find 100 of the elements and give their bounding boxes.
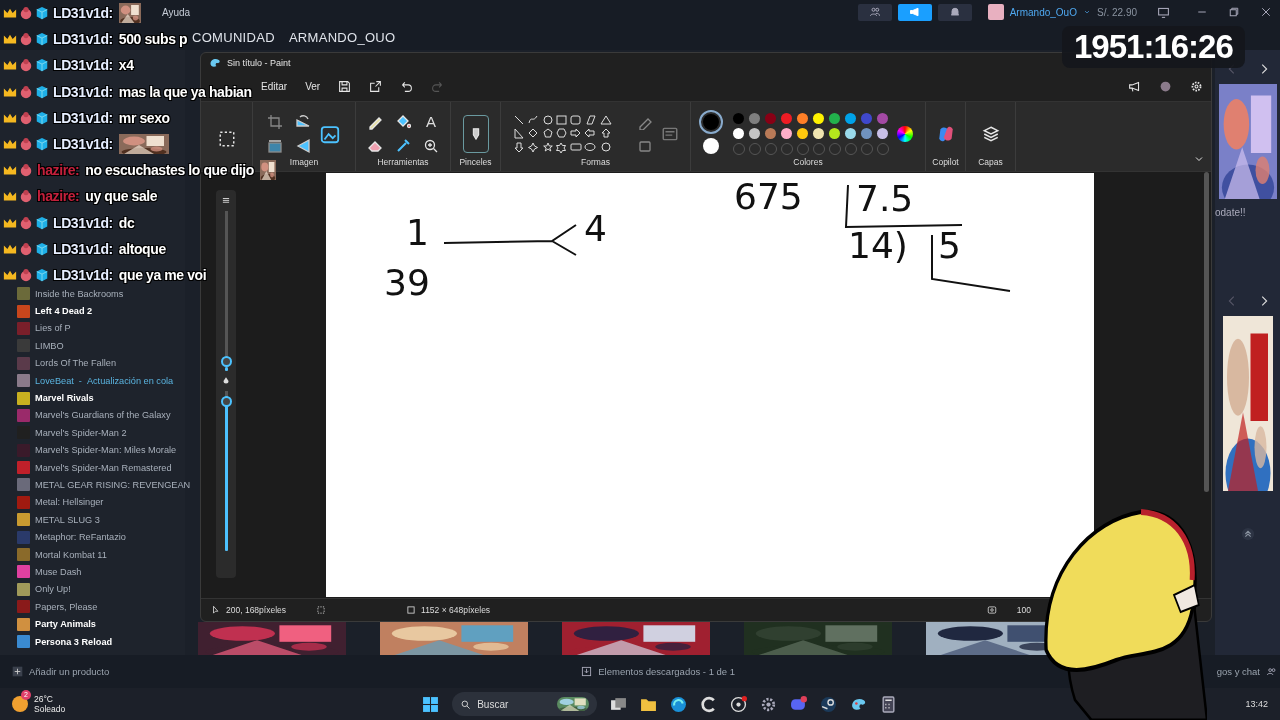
slider-thumb[interactable] bbox=[220, 355, 232, 367]
megaphone-icon[interactable] bbox=[1128, 80, 1141, 94]
game-list-item[interactable]: Left 4 Dead 2 bbox=[0, 302, 185, 320]
settings-icon[interactable] bbox=[760, 695, 778, 713]
color-swatch[interactable] bbox=[877, 127, 888, 139]
color-swatch[interactable] bbox=[733, 127, 744, 139]
color-swatch[interactable] bbox=[765, 127, 776, 139]
friends-chat-button[interactable]: gos y chat bbox=[1216, 666, 1260, 677]
cursor-icon[interactable] bbox=[211, 605, 221, 616]
copilot-icon[interactable] bbox=[936, 124, 955, 143]
search-field[interactable]: Buscar bbox=[452, 692, 598, 716]
task-view-icon[interactable] bbox=[610, 695, 628, 713]
color-swatch[interactable] bbox=[813, 112, 824, 124]
announcements-button[interactable] bbox=[897, 3, 932, 21]
zoom-level[interactable]: 100 bbox=[1016, 605, 1031, 616]
drawing-canvas[interactable]: 1 4 39 675 7.5 14) 5 bbox=[326, 173, 1094, 598]
calculator-icon[interactable] bbox=[880, 695, 898, 713]
start-icon[interactable] bbox=[422, 695, 440, 713]
game-list-item[interactable]: Party Animals bbox=[0, 615, 185, 633]
color-swatch[interactable] bbox=[781, 112, 792, 124]
game-list-item[interactable]: Persona 3 Reload bbox=[0, 632, 185, 651]
friends-icon[interactable] bbox=[1266, 666, 1277, 677]
game-list-item[interactable]: Metal: Hellsinger bbox=[0, 493, 185, 512]
game-list-item[interactable]: Marvel's Spider-Man: Miles Morale bbox=[0, 441, 185, 459]
scroll-up-icon[interactable] bbox=[1240, 527, 1255, 541]
user-avatar[interactable] bbox=[987, 4, 1004, 20]
game-list-item[interactable]: Mortal Kombat 11 bbox=[0, 545, 185, 564]
fit-icon[interactable] bbox=[986, 605, 997, 616]
brush-button[interactable] bbox=[462, 114, 489, 153]
account-name[interactable]: Armando_OuO bbox=[1009, 6, 1077, 18]
text-tool[interactable]: A bbox=[423, 113, 439, 130]
color-swatch[interactable] bbox=[781, 127, 792, 139]
game-list-item[interactable]: LoveBeat - Actualización en cola bbox=[0, 371, 185, 390]
downloads-status[interactable]: Elementos descargados - 1 de 1 bbox=[598, 666, 736, 677]
plus-icon[interactable] bbox=[12, 666, 23, 677]
canvas-size-icon[interactable] bbox=[406, 605, 417, 616]
color-swatch[interactable] bbox=[797, 127, 808, 139]
color-picker-icon[interactable] bbox=[395, 137, 411, 154]
monitor-icon[interactable] bbox=[1157, 5, 1170, 19]
share-icon[interactable] bbox=[369, 80, 383, 94]
menu-item[interactable]: Editar bbox=[261, 81, 288, 93]
color-wheel-icon[interactable] bbox=[897, 125, 913, 142]
selection-icon[interactable] bbox=[217, 129, 236, 148]
weather-icon[interactable] bbox=[12, 696, 28, 712]
color-swatch[interactable] bbox=[749, 127, 760, 139]
game-list-item[interactable]: Lies of P bbox=[0, 319, 185, 338]
fill-icon[interactable] bbox=[395, 113, 411, 130]
friends-button[interactable] bbox=[857, 3, 892, 21]
restore-icon[interactable] bbox=[1228, 6, 1240, 18]
rotate-icon[interactable] bbox=[295, 113, 311, 130]
magnifier-icon[interactable] bbox=[423, 137, 439, 154]
slider-thumb[interactable] bbox=[220, 395, 232, 407]
steam-icon[interactable] bbox=[820, 695, 838, 713]
game-list-item[interactable]: Metaphor: ReFantazio bbox=[0, 528, 185, 546]
color-swatch[interactable] bbox=[861, 127, 872, 139]
game-list-item[interactable]: Marvel Rivals bbox=[0, 389, 185, 407]
color-swatch[interactable] bbox=[845, 112, 856, 124]
close-icon[interactable] bbox=[1260, 6, 1272, 18]
color-swatch[interactable] bbox=[861, 112, 872, 124]
record-app-icon[interactable] bbox=[730, 695, 748, 713]
c-app-icon[interactable] bbox=[700, 695, 718, 713]
color-swatch[interactable] bbox=[877, 112, 888, 124]
game-list-item[interactable]: Papers, Please bbox=[0, 598, 185, 616]
settings-icon[interactable] bbox=[1190, 80, 1203, 94]
game-list-item[interactable]: Inside the Backrooms bbox=[0, 285, 185, 303]
add-product-link[interactable]: Añadir un producto bbox=[29, 666, 110, 677]
color-swatch[interactable] bbox=[829, 112, 840, 124]
menu-item[interactable]: Ayuda bbox=[162, 6, 191, 18]
game-list-item[interactable]: Marvel's Spider-Man Remastered bbox=[0, 458, 185, 477]
menu-item[interactable]: Ver bbox=[305, 81, 321, 93]
game-list-item[interactable]: Marvel's Spider-Man 2 bbox=[0, 424, 185, 442]
game-list-item[interactable]: Muse Dash bbox=[0, 563, 185, 581]
flip-icon[interactable] bbox=[295, 137, 311, 154]
notifications-button[interactable] bbox=[937, 3, 972, 21]
browser-icon[interactable] bbox=[670, 695, 688, 713]
color-swatch[interactable] bbox=[813, 127, 824, 139]
undo-icon[interactable] bbox=[400, 80, 414, 94]
profile-avatar-icon[interactable] bbox=[1159, 80, 1172, 94]
color-swatch[interactable] bbox=[829, 127, 840, 139]
crop-icon[interactable] bbox=[267, 113, 283, 130]
game-list-item[interactable]: Lords Of The Fallen bbox=[0, 354, 185, 372]
clock[interactable]: 13:42 bbox=[1245, 699, 1268, 709]
game-list-item[interactable]: Only Up! bbox=[0, 580, 185, 599]
layers-icon[interactable] bbox=[981, 124, 1000, 143]
color-swatch[interactable] bbox=[797, 112, 808, 124]
chat-app-icon[interactable] bbox=[790, 695, 808, 713]
scrollbar[interactable] bbox=[1204, 172, 1209, 493]
resize-icon[interactable] bbox=[267, 137, 283, 154]
secondary-color[interactable] bbox=[703, 137, 719, 154]
selection-size-icon[interactable] bbox=[316, 605, 327, 616]
save-icon[interactable] bbox=[338, 80, 352, 94]
nav-tab[interactable]: ARMANDO_OUO bbox=[288, 29, 396, 45]
color-swatch[interactable] bbox=[733, 112, 744, 124]
color-swatch[interactable] bbox=[749, 112, 760, 124]
color-swatch[interactable] bbox=[765, 112, 776, 124]
game-list-item[interactable]: LIMBO bbox=[0, 337, 185, 355]
game-list-item[interactable]: METAL SLUG 3 bbox=[0, 511, 185, 529]
color-swatch[interactable] bbox=[845, 127, 856, 139]
caret-icon[interactable] bbox=[1082, 8, 1091, 16]
nav-tab[interactable]: COMUNIDAD bbox=[192, 29, 275, 45]
